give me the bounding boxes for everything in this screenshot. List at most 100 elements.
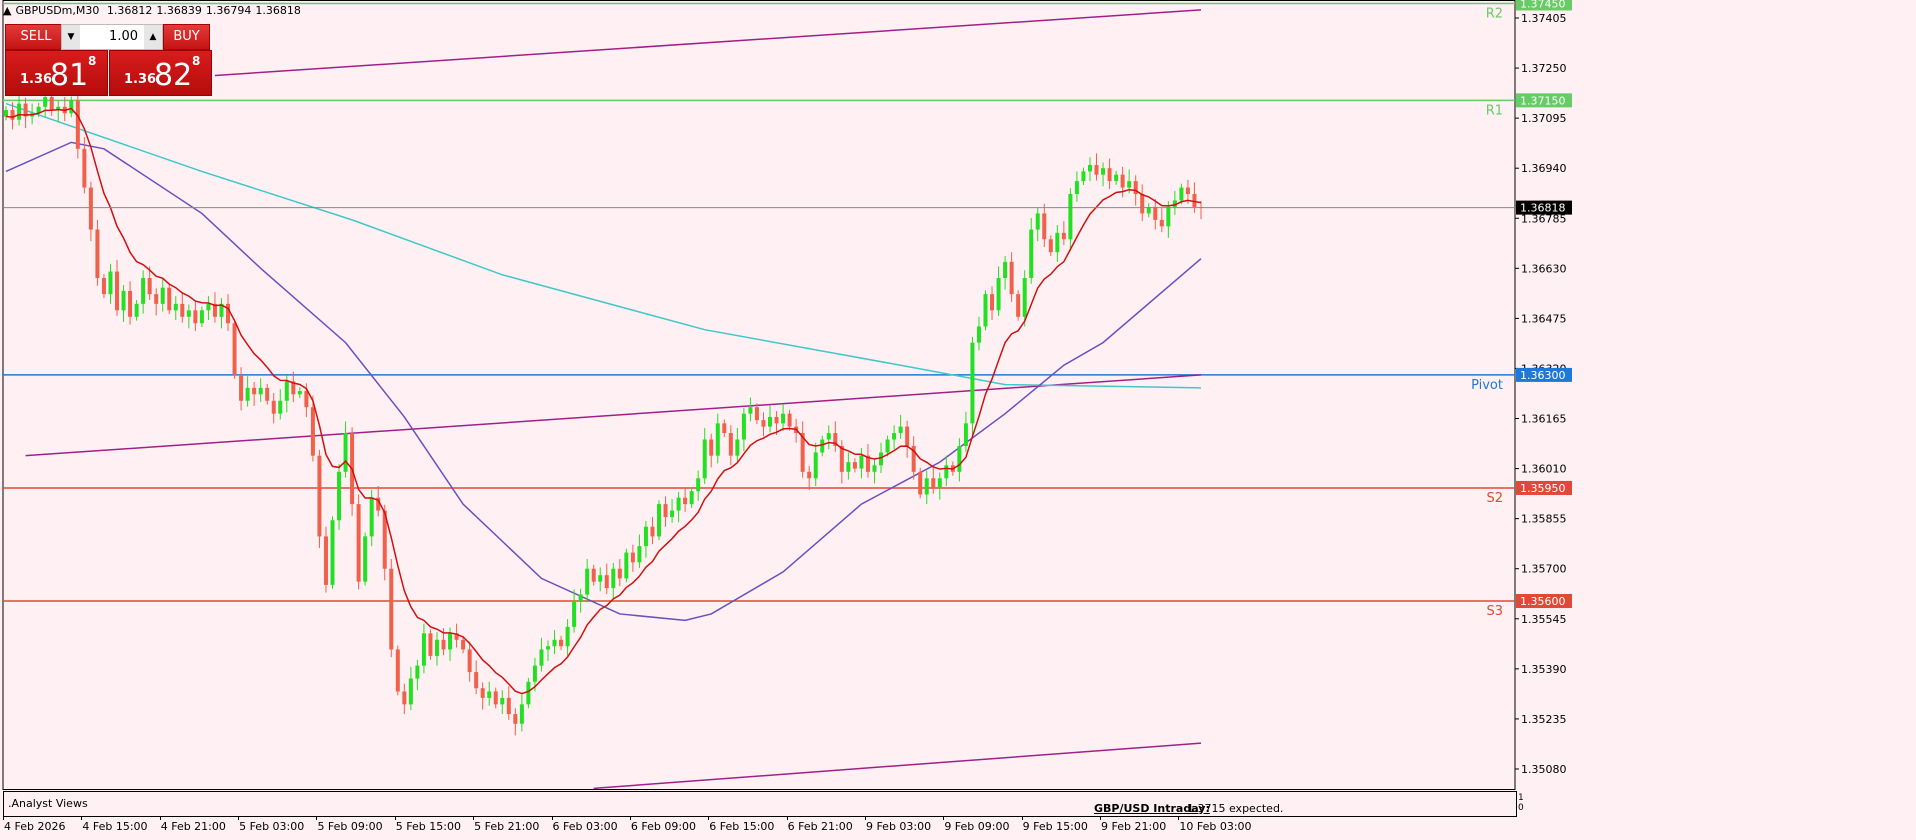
candle-body-bear: [722, 423, 727, 434]
candle-body-bull: [526, 681, 531, 705]
candle-body-bull: [1114, 174, 1119, 182]
indicator-scale-max: 1: [1518, 793, 1524, 803]
candle-body-bear: [506, 697, 511, 715]
candle-body-bull: [1127, 181, 1132, 188]
candle-body-bear: [1016, 294, 1021, 317]
candle-body-bull: [670, 510, 675, 518]
candle-body-bear: [1153, 206, 1158, 220]
candle-body-bull: [369, 497, 374, 537]
candle-body-bull: [624, 552, 629, 579]
candle-body-bear: [663, 504, 668, 518]
time-tick-label: 5 Feb 21:00: [474, 820, 540, 833]
candle-body-bull: [983, 294, 988, 327]
level-price-label: 1.35600: [1520, 595, 1566, 608]
ohlc-low: 1.36794: [205, 4, 252, 17]
ask-fraction: 8: [192, 54, 201, 68]
candle-body-bear: [761, 420, 766, 427]
candle-body-bear: [1120, 174, 1125, 188]
candle-body-bear: [513, 714, 518, 724]
candle-body-bear: [1140, 194, 1145, 214]
price-chart[interactable]: 1.374051.372501.370951.369401.367851.366…: [0, 0, 1916, 816]
price-tick-label: 1.36010: [1521, 463, 1567, 476]
ask-prefix: 1.36: [124, 72, 157, 87]
candle-body-bull: [487, 691, 492, 698]
candle-body-bull: [434, 639, 439, 656]
lot-size-stepper[interactable]: ▼ 1.00 ▲: [61, 24, 163, 50]
candle-body-bear: [115, 271, 120, 311]
candle-body-bull: [1029, 229, 1034, 279]
candle-body-bear: [467, 649, 472, 673]
candle-body-bear: [493, 691, 498, 705]
lot-decrease-icon[interactable]: ▼: [62, 25, 80, 49]
candle-body-bull: [937, 478, 942, 488]
candle-body-bull: [735, 439, 740, 456]
candle-body-bear: [1107, 168, 1112, 182]
indicator-window: .Analyst Views GBP/USD Intraday: 1.3715 …: [3, 791, 1517, 817]
candle-body-bull: [885, 439, 890, 453]
time-tick-label: 5 Feb 03:00: [239, 820, 305, 833]
candle-body-bear: [990, 294, 995, 311]
candle-body-bear: [389, 568, 394, 650]
price-tick-label: 1.37405: [1521, 12, 1567, 25]
price-tick-label: 1.35390: [1521, 663, 1567, 676]
candle-body-bear: [82, 148, 87, 188]
time-tick-label: 4 Feb 21:00: [160, 820, 226, 833]
collapse-arrow-icon[interactable]: ▲: [3, 4, 11, 17]
chart-background: [0, 0, 1916, 816]
candle-body-bear: [1094, 164, 1099, 175]
candle-body-bull: [1035, 213, 1040, 230]
candle-body-bull: [957, 445, 962, 472]
candle-body-bull: [408, 678, 413, 705]
price-tick-label: 1.37250: [1521, 62, 1567, 75]
candle-body-bull: [859, 455, 864, 469]
candle-body-bear: [461, 639, 466, 650]
time-tick-label: 5 Feb 09:00: [317, 820, 383, 833]
candle-body-bear: [402, 691, 407, 705]
candle-body-bear: [559, 639, 564, 647]
sell-button[interactable]: SELL: [5, 24, 67, 50]
candle-body-bear: [1009, 261, 1014, 295]
price-tick-label: 1.35700: [1521, 563, 1567, 576]
time-tick-label: 6 Feb 03:00: [552, 820, 618, 833]
candle-body-bull: [585, 568, 590, 595]
candle-body-bull: [741, 413, 746, 440]
candle-body-bear: [480, 688, 485, 698]
candle-body-bear: [180, 303, 185, 317]
candle-body-bull: [519, 704, 524, 724]
candle-body-bear: [395, 649, 400, 692]
buy-button[interactable]: BUY: [163, 24, 210, 50]
candle-body-bull: [637, 546, 642, 563]
candle-body-bull: [363, 536, 368, 582]
price-tick-label: 1.36940: [1521, 162, 1567, 175]
candle-body-bull: [1101, 168, 1106, 175]
candle-body-bear: [128, 290, 133, 317]
candle-body-bull: [781, 413, 786, 424]
candle-body-bull: [415, 665, 420, 679]
lot-increase-icon[interactable]: ▲: [144, 25, 162, 49]
candle-body-bull: [121, 290, 126, 311]
candle-body-bear: [167, 287, 172, 311]
time-tick-label: 9 Feb 09:00: [944, 820, 1010, 833]
candle-body-bear: [265, 387, 270, 401]
candle-body-bull: [552, 639, 557, 647]
price-tick-label: 1.36475: [1521, 312, 1567, 325]
candle-body-bull: [141, 278, 146, 304]
lot-size-input[interactable]: 1.00: [109, 25, 138, 49]
candle-body-bear: [317, 455, 322, 537]
level-label-r1: R1: [1486, 103, 1503, 118]
bid-price[interactable]: 1.36 81 8: [5, 50, 108, 96]
candle-body-bull: [702, 439, 707, 479]
indicator-scale-min: 0: [1518, 803, 1524, 813]
time-tick-label: 6 Feb 15:00: [709, 820, 775, 833]
candle-body-bull: [565, 626, 570, 647]
ask-price[interactable]: 1.36 82 8: [109, 50, 212, 96]
time-tick-label: 10 Feb 03:00: [1179, 820, 1252, 833]
bid-pips: 81: [50, 58, 89, 93]
price-tick-label: 1.35545: [1521, 613, 1567, 626]
time-tick-label: 9 Feb 03:00: [865, 820, 932, 833]
candle-body-bear: [754, 407, 759, 421]
candle-body-bear: [683, 497, 688, 505]
candle-body-bear: [839, 445, 844, 472]
price-tick-label: 1.35235: [1521, 713, 1567, 726]
candle-body-bull: [826, 433, 831, 440]
